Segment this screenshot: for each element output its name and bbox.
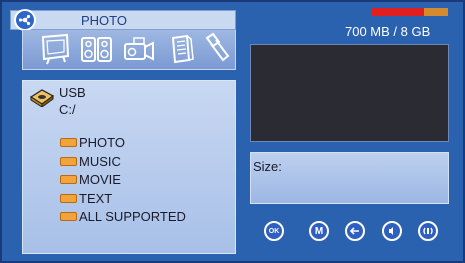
storage-usage-bar (372, 8, 448, 16)
folder-label: MUSIC (79, 153, 121, 169)
folder-item-photo[interactable]: PHOTO (60, 134, 125, 150)
document-icon[interactable] (167, 32, 197, 71)
folder-label: ALL SUPPORTED (79, 208, 186, 224)
usb-stick-icon[interactable] (201, 32, 231, 71)
ok-label: OK (268, 227, 280, 235)
folder-icon (60, 174, 77, 184)
folder-icon (60, 137, 77, 147)
folder-label: TEXT (79, 190, 113, 206)
title-bar: PHOTO (10, 10, 236, 30)
volume-up-icon[interactable] (418, 221, 438, 241)
storage-used-fill (372, 8, 424, 16)
folder-item-music[interactable]: MUSIC (60, 153, 121, 169)
device-path: C:/ (59, 102, 76, 117)
ok-navigate-icon[interactable]: OK (264, 221, 284, 241)
menu-home-icon[interactable] (14, 9, 36, 31)
camcorder-icon[interactable] (121, 32, 157, 71)
folder-item-all-supported[interactable]: ALL SUPPORTED (60, 208, 186, 224)
folder-item-text[interactable]: TEXT (60, 190, 112, 206)
speakers-icon[interactable] (79, 32, 115, 71)
folder-item-movie[interactable]: MOVIE (60, 171, 121, 187)
file-info-panel: Size: (250, 152, 449, 204)
folder-icon (60, 193, 77, 203)
folder-label: MOVIE (79, 171, 121, 187)
folder-label: PHOTO (79, 134, 125, 150)
storage-text: 700 MB / 8 GB (345, 24, 431, 39)
preview-window (250, 44, 449, 142)
usb-drive-icon (29, 87, 55, 112)
media-type-bar (22, 30, 236, 70)
file-browser-panel: USB C:/ PHOTO MUSIC MOVIE TEXT ALL SUPPO… (22, 80, 236, 254)
back-arrow-icon[interactable] (345, 221, 365, 241)
device-name: USB (59, 85, 86, 100)
volume-down-icon[interactable] (382, 221, 402, 241)
folder-icon (60, 156, 77, 166)
media-player-screen: PHOTO 700 MB / 8 GB USB C:/ PHOTO MUSIC … (0, 0, 465, 263)
folder-icon (60, 211, 77, 221)
page-title: PHOTO (81, 13, 127, 28)
size-label: Size: (253, 159, 282, 174)
menu-label: M (314, 225, 324, 237)
photo-frame-icon[interactable] (37, 32, 73, 71)
menu-button-icon[interactable]: M (309, 221, 329, 241)
